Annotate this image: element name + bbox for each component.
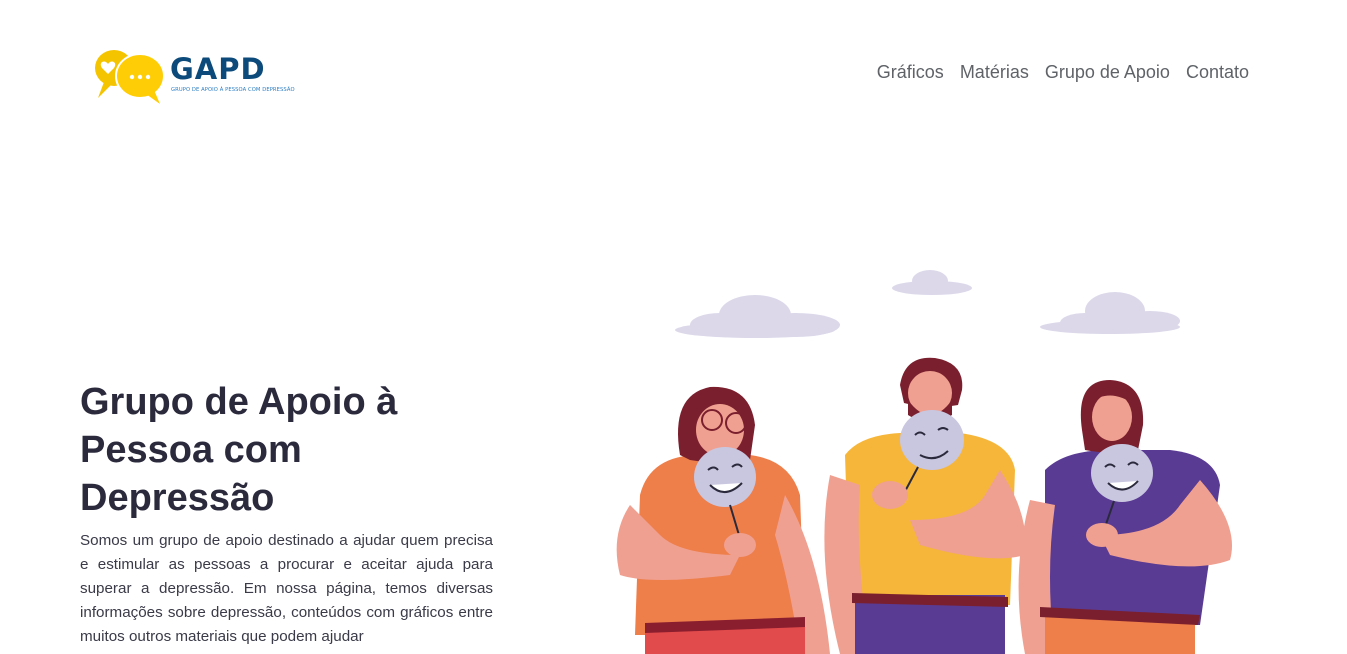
cloud-icon <box>1040 292 1180 334</box>
hero-title: Grupo de Apoio à Pessoa com Depressão <box>80 381 398 519</box>
people-with-masks-illustration <box>616 270 1232 654</box>
cloud-icon <box>892 270 972 295</box>
main-nav: Gráficos Matérias Grupo de Apoio Contato <box>877 62 1249 83</box>
person-left <box>616 386 830 654</box>
chat-bubbles-heart-icon <box>95 50 165 104</box>
hero-description: Somos um grupo de apoio destinado a ajud… <box>80 532 493 645</box>
brand-name: GAPD <box>170 52 266 86</box>
nav-item-materias[interactable]: Matérias <box>960 62 1029 83</box>
cloud-icon <box>675 295 840 338</box>
person-right <box>1018 380 1232 654</box>
person-middle <box>824 357 1026 654</box>
brand-logo[interactable]: GAPD GRUPO DE APOIO À PESSOA COM DEPRESS… <box>94 46 295 106</box>
nav-item-contato[interactable]: Contato <box>1186 62 1249 83</box>
nav-item-grupo-de-apoio[interactable]: Grupo de Apoio <box>1045 62 1170 83</box>
brand-subtitle: GRUPO DE APOIO À PESSOA COM DEPRESSÃO <box>171 87 295 93</box>
nav-item-graficos[interactable]: Gráficos <box>877 62 944 83</box>
